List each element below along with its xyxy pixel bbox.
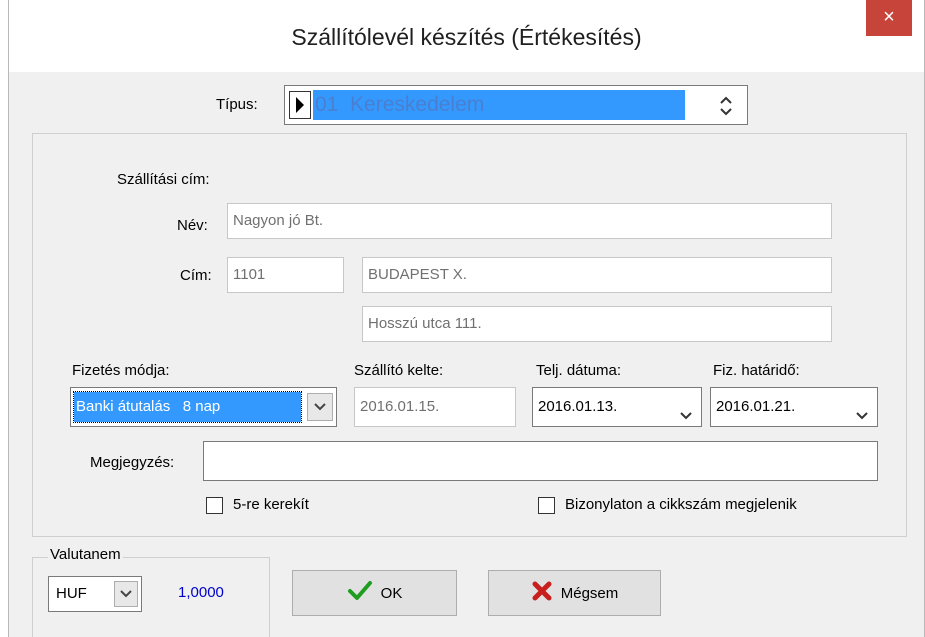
currency-group-label: Valutanem — [48, 546, 123, 563]
cancel-x-icon — [531, 580, 553, 606]
itemcode-checkbox[interactable] — [538, 497, 555, 514]
payment-method-select[interactable]: Banki átutalás 8 nap — [70, 387, 337, 427]
performance-date-label: Telj. dátuma: — [536, 362, 622, 379]
ok-button-label: OK — [380, 584, 403, 602]
chevron-down-icon[interactable] — [855, 400, 869, 438]
performance-date-value: 2016.01.13. — [538, 398, 618, 415]
issue-date-label: Szállító kelte: — [354, 362, 444, 379]
currency-select[interactable]: HUF — [48, 576, 142, 612]
due-date-value: 2016.01.21. — [716, 398, 796, 415]
ok-button[interactable]: OK — [292, 570, 457, 616]
title-bar: Szállítólevél készítés (Értékesítés) × — [9, 0, 924, 72]
note-field[interactable] — [203, 441, 878, 481]
shipping-address-label: Szállítási cím: — [117, 171, 210, 188]
close-button[interactable]: × — [866, 0, 912, 36]
spin-updown-icon[interactable] — [717, 92, 735, 120]
payment-method-label: Fizetés módja: — [72, 362, 170, 379]
cancel-button[interactable]: Mégsem — [488, 570, 661, 616]
window-title: Szállítólevél készítés (Értékesítés) — [291, 24, 642, 50]
round5-label: 5-re kerekít — [233, 496, 309, 513]
tipus-label: Típus: — [216, 96, 258, 113]
due-date-picker[interactable]: 2016.01.21. — [710, 387, 878, 427]
city-field[interactable]: BUDAPEST X. — [362, 257, 832, 293]
round5-checkbox[interactable] — [206, 497, 223, 514]
payment-method-value: Banki átutalás 8 nap — [73, 391, 302, 423]
chevron-down-icon[interactable] — [679, 400, 693, 438]
performance-date-picker[interactable]: 2016.01.13. — [532, 387, 702, 427]
record-pointer-icon — [289, 91, 311, 119]
chevron-down-icon[interactable] — [114, 581, 138, 607]
itemcode-label: Bizonylaton a cikkszám megjelenik — [565, 496, 797, 513]
checkmark-icon — [347, 580, 373, 606]
name-label: Név: — [177, 217, 208, 234]
issue-date-field[interactable]: 2016.01.15. — [354, 387, 516, 427]
note-label: Megjegyzés: — [90, 454, 175, 471]
tipus-combo[interactable]: 01 Kereskedelem — [284, 85, 748, 125]
address-label: Cím: — [180, 267, 212, 284]
cancel-button-label: Mégsem — [560, 584, 619, 602]
tipus-value: 01 Kereskedelem — [313, 90, 685, 120]
currency-value: HUF — [56, 585, 87, 602]
exchange-rate: 1,0000 — [178, 584, 224, 601]
zip-field[interactable]: 1101 — [227, 257, 344, 293]
due-date-label: Fiz. határidő: — [713, 362, 800, 379]
name-field[interactable]: Nagyon jó Bt. — [227, 203, 832, 239]
chevron-down-icon[interactable] — [307, 393, 333, 421]
street-field[interactable]: Hosszú utca 111. — [362, 306, 832, 342]
